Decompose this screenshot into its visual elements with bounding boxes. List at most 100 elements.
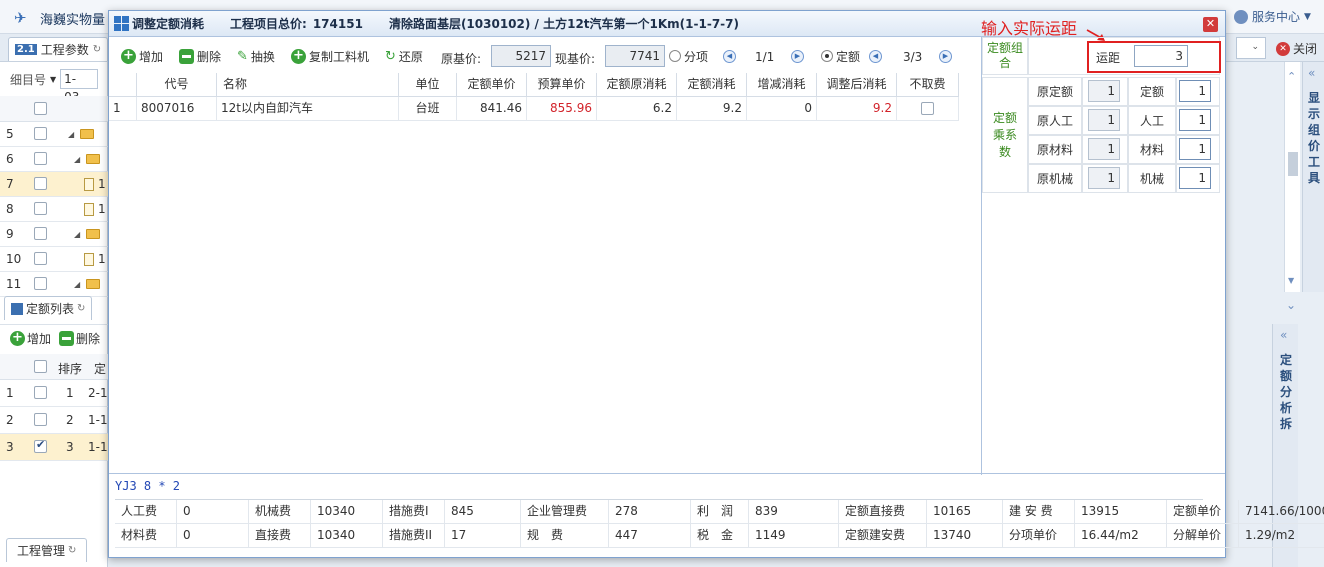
refresh-icon[interactable]: ↻ — [77, 303, 85, 314]
factor-orig-label: 原定额 — [1028, 77, 1082, 106]
delete-icon — [179, 48, 194, 64]
no-fee-cell[interactable] — [897, 97, 959, 121]
row-checkbox[interactable] — [34, 438, 47, 453]
row-checkbox[interactable] — [34, 386, 47, 399]
quota-radio-dot — [821, 50, 833, 62]
row-checkbox[interactable] — [34, 202, 47, 215]
tab-project-params[interactable]: 2.1 工程参数 ↻ — [8, 37, 109, 61]
quota-factor-label: 定额乘系数 — [982, 77, 1028, 193]
factor-input[interactable]: 1 — [1179, 80, 1211, 102]
tree-row[interactable]: 11 ◢ — [0, 272, 108, 297]
row-checkbox[interactable] — [34, 227, 47, 240]
row-number: 10 — [6, 252, 22, 266]
row-checkbox[interactable] — [34, 277, 47, 290]
cost-label: 定额单价 — [1167, 500, 1239, 524]
add-button[interactable]: + 增加 — [121, 45, 163, 67]
factor-input[interactable]: 1 — [1179, 109, 1211, 131]
table-row[interactable]: 1 8007016 12t以内自卸汽车 台班 841.46 855.96 6.2… — [109, 97, 963, 121]
cost-value: 7141.66/1000m3天 — [1239, 500, 1324, 524]
filter-input[interactable]: 1-03- — [60, 69, 99, 104]
refresh-icon[interactable]: ↻ — [68, 545, 76, 556]
scroll-thumb[interactable] — [1288, 152, 1298, 176]
prev-page-icon[interactable]: ◀ — [723, 50, 736, 63]
cost-label: 定额直接费 — [839, 500, 927, 524]
restore-button[interactable]: ↻ 还原 — [385, 45, 423, 67]
factor-input[interactable]: 1 — [1179, 167, 1211, 189]
cost-label: 措施费II — [383, 524, 445, 548]
document-icon — [84, 253, 94, 266]
factor-orig-value: 1 — [1088, 80, 1120, 102]
chevron-up-icon[interactable]: ⌃ — [1287, 70, 1296, 83]
quota-row[interactable]: 2 2 1-1 — [0, 407, 108, 434]
cost-label: 规 费 — [521, 524, 609, 548]
expand-triangle-icon[interactable]: ◢ — [68, 130, 74, 139]
next-page-icon[interactable]: ▶ — [791, 50, 804, 63]
user-icon — [1234, 9, 1248, 24]
expand-triangle-icon[interactable]: ◢ — [74, 155, 80, 164]
tree-row[interactable]: 71 — [0, 172, 108, 197]
row-checkbox[interactable] — [34, 413, 47, 426]
show-pricing-tool-side-tab[interactable]: « 显示组价工具 — [1302, 62, 1324, 292]
no-fee-checkbox[interactable] — [921, 102, 934, 115]
adjust-quota-dialog: 调整定额消耗 工程项目总价: 174151 清除路面基层(1030102) / … — [108, 10, 1324, 558]
app-logo-icon: ✈ — [14, 9, 27, 27]
folder-icon — [80, 129, 94, 139]
cost-value: 10165 — [927, 500, 1003, 524]
delete-icon[interactable] — [59, 331, 75, 346]
row-checkbox[interactable] — [34, 177, 47, 190]
add-icon: + — [121, 48, 136, 64]
chevron-down-icon: ▼ — [1304, 11, 1311, 22]
quota-row[interactable]: 331-1 — [0, 434, 108, 461]
quota-header: 排序 定 — [0, 354, 108, 380]
copy-material-button[interactable]: + 复制工料机 — [291, 45, 369, 67]
select-all-checkbox[interactable] — [34, 102, 47, 115]
add-icon[interactable]: + — [10, 331, 25, 346]
cost-label: 人工费 — [115, 500, 177, 524]
quota-row[interactable]: 1 1 2-1 — [0, 380, 108, 407]
cost-value: 17 — [445, 524, 521, 548]
copy-add-icon: + — [291, 48, 306, 64]
dialog-close-button[interactable]: ✕ — [1203, 17, 1218, 32]
grid-header: 代号 名称 单位 定额单价 预算单价 定额原消耗 定额消耗 增减消耗 调整后消耗… — [109, 73, 963, 97]
chevron-down-icon: ⌄ — [1251, 42, 1259, 52]
expand-triangle-icon[interactable]: ◢ — [74, 280, 80, 289]
item-radio[interactable]: 分项 — [669, 45, 708, 67]
factor-input[interactable]: 1 — [1179, 138, 1211, 160]
expand-triangle-icon[interactable]: ◢ — [74, 230, 80, 239]
right-scrollbar[interactable]: ⌃ ▼ — [1284, 62, 1300, 292]
refresh-icon[interactable]: ↻ — [93, 44, 101, 55]
tree-row[interactable]: 10 1 — [0, 247, 108, 272]
quota-combo-label: 定额组合 — [982, 37, 1028, 75]
close-button[interactable]: ✕ 关闭 — [1276, 40, 1317, 57]
cost-label: 定额建安费 — [839, 524, 927, 548]
quota-radio[interactable]: 定额 — [821, 45, 860, 67]
tree-row[interactable]: 81 — [0, 197, 108, 222]
select-all-checkbox[interactable] — [34, 360, 47, 373]
cost-label: 企业管理费 — [521, 500, 609, 524]
cost-value: 16.44/m2 — [1075, 524, 1167, 548]
delete-button[interactable]: 删除 — [179, 45, 221, 67]
factor-orig-label: 原材料 — [1028, 135, 1082, 164]
row-number: 5 — [6, 127, 14, 141]
folder-icon — [86, 229, 100, 239]
project-manage-tab[interactable]: 工程管理 ↻ — [6, 538, 88, 562]
row-checkbox[interactable] — [34, 127, 47, 140]
dropdown-select[interactable]: ⌄ — [1236, 37, 1266, 59]
quota-list-tab[interactable]: 定额列表 ↻ — [4, 296, 93, 320]
chevron-down-icon[interactable]: ▼ — [1288, 276, 1294, 285]
caret-down-icon[interactable]: ▼ — [50, 75, 56, 84]
replace-button[interactable]: ✎ 抽换 — [237, 45, 275, 67]
next-quota-icon[interactable]: ▶ — [939, 50, 952, 63]
total-value: 174151 — [312, 16, 363, 31]
prev-quota-icon[interactable]: ◀ — [869, 50, 882, 63]
row-number: 1 — [6, 386, 14, 400]
cost-label: 机械费 — [249, 500, 311, 524]
tree-row[interactable]: 6 ◢ — [0, 147, 108, 172]
row-checkbox[interactable] — [34, 252, 47, 265]
tree-row[interactable]: 5 ◢ — [0, 122, 108, 147]
tree-row[interactable]: 9 ◢ — [0, 222, 108, 247]
cost-value: 0 — [177, 524, 249, 548]
row-checkbox[interactable] — [34, 152, 47, 165]
collapse-down-button[interactable]: ⌄ — [1284, 298, 1324, 318]
service-center-button[interactable]: 服务中心 ▼ — [1234, 8, 1311, 25]
